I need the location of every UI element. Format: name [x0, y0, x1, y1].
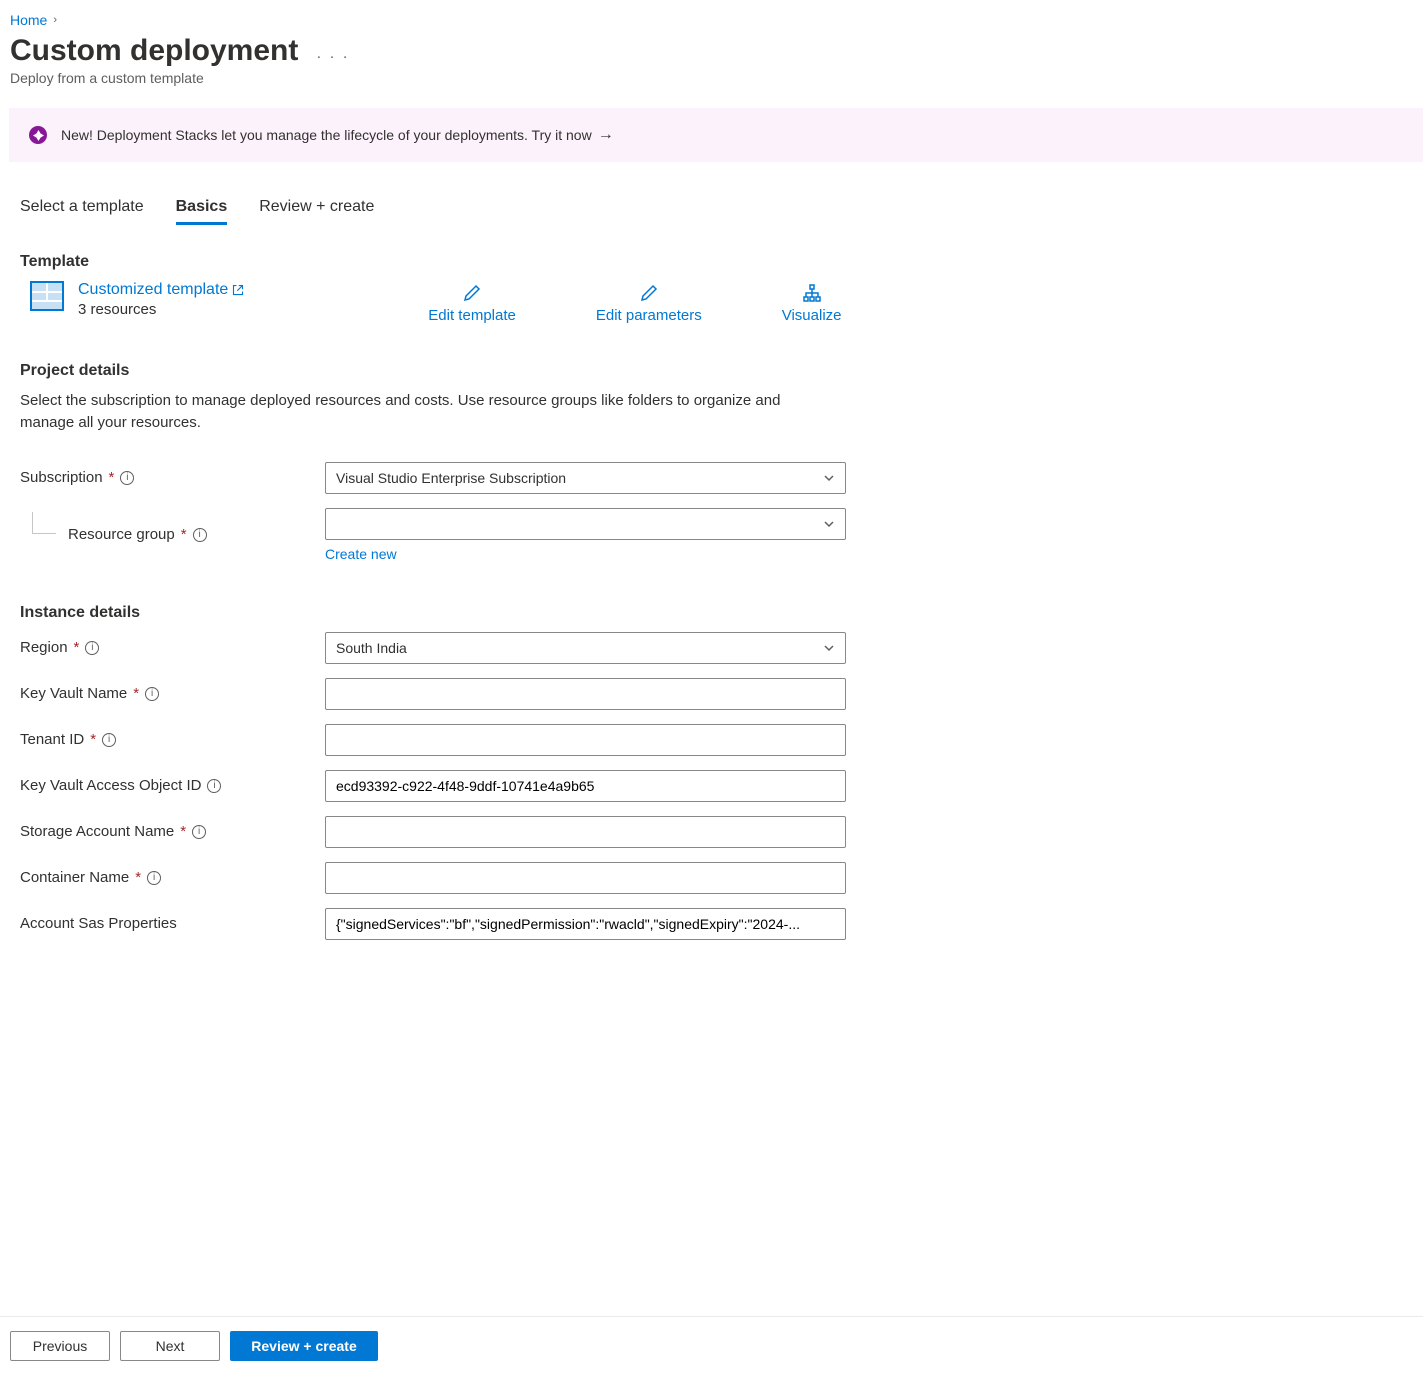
subscription-value: Visual Studio Enterprise Subscription: [336, 470, 566, 486]
info-icon[interactable]: i: [145, 687, 159, 701]
page-subtitle: Deploy from a custom template: [10, 70, 1413, 86]
rocket-icon: [29, 126, 47, 144]
banner-text: New! Deployment Stacks let you manage th…: [61, 127, 592, 143]
info-icon[interactable]: i: [192, 825, 206, 839]
template-icon: [30, 281, 64, 311]
subscription-label: Subscription: [20, 469, 103, 486]
info-banner: New! Deployment Stacks let you manage th…: [9, 108, 1423, 162]
region-value: South India: [336, 640, 407, 656]
project-details-description: Select the subscription to manage deploy…: [10, 390, 810, 434]
storage-account-name-input[interactable]: [325, 816, 846, 848]
tenant-id-label: Tenant ID: [20, 731, 84, 748]
template-resources-count: 3 resources: [78, 301, 244, 318]
required-indicator: *: [135, 869, 141, 886]
tenant-id-input[interactable]: [325, 724, 846, 756]
tab-review-create[interactable]: Review + create: [259, 198, 374, 225]
edit-template-label: Edit template: [428, 307, 516, 324]
edit-parameters-label: Edit parameters: [596, 307, 702, 324]
tab-select-template[interactable]: Select a template: [20, 198, 144, 225]
breadcrumb: Home ›: [10, 12, 1413, 28]
chevron-right-icon: ›: [53, 14, 57, 26]
instance-details-title: Instance details: [10, 604, 1413, 622]
key-vault-name-label: Key Vault Name: [20, 685, 127, 702]
visualize-button[interactable]: Visualize: [782, 283, 842, 324]
previous-button[interactable]: Previous: [10, 1331, 110, 1361]
indent-marker: [32, 512, 56, 534]
template-section-title: Template: [10, 253, 1413, 271]
required-indicator: *: [133, 685, 139, 702]
pencil-icon: [639, 283, 659, 303]
customized-template-link[interactable]: Customized template: [78, 281, 244, 299]
info-icon[interactable]: i: [120, 471, 134, 485]
required-indicator: *: [109, 469, 115, 486]
project-details-title: Project details: [10, 362, 1413, 380]
tabs: Select a template Basics Review + create: [10, 198, 1413, 225]
review-create-button[interactable]: Review + create: [230, 1331, 378, 1361]
sitemap-icon: [802, 283, 822, 303]
info-icon[interactable]: i: [193, 528, 207, 542]
tab-basics[interactable]: Basics: [176, 198, 228, 225]
account-sas-label: Account Sas Properties: [20, 915, 177, 932]
info-icon[interactable]: i: [147, 871, 161, 885]
required-indicator: *: [90, 731, 96, 748]
chevron-down-icon: [823, 472, 835, 484]
more-actions-button[interactable]: · · ·: [316, 48, 349, 65]
pencil-icon: [462, 283, 482, 303]
container-name-input[interactable]: [325, 862, 846, 894]
kv-access-object-id-input[interactable]: [325, 770, 846, 802]
arrow-right-icon: →: [598, 126, 614, 144]
open-new-icon: [232, 284, 244, 296]
required-indicator: *: [180, 823, 186, 840]
subscription-select[interactable]: Visual Studio Enterprise Subscription: [325, 462, 846, 494]
resource-group-label: Resource group: [68, 526, 175, 543]
storage-account-name-label: Storage Account Name: [20, 823, 174, 840]
resource-group-select[interactable]: [325, 508, 846, 540]
required-indicator: *: [74, 639, 80, 656]
footer: Previous Next Review + create: [0, 1316, 1423, 1375]
account-sas-input[interactable]: [325, 908, 846, 940]
region-label: Region: [20, 639, 68, 656]
customized-template-text: Customized template: [78, 281, 228, 299]
container-name-label: Container Name: [20, 869, 129, 886]
edit-parameters-button[interactable]: Edit parameters: [596, 283, 702, 324]
breadcrumb-home[interactable]: Home: [10, 12, 47, 28]
region-select[interactable]: South India: [325, 632, 846, 664]
info-icon[interactable]: i: [85, 641, 99, 655]
required-indicator: *: [181, 526, 187, 543]
next-button[interactable]: Next: [120, 1331, 220, 1361]
chevron-down-icon: [823, 642, 835, 654]
kv-access-object-id-label: Key Vault Access Object ID: [20, 777, 201, 794]
edit-template-button[interactable]: Edit template: [428, 283, 516, 324]
banner-try-link[interactable]: New! Deployment Stacks let you manage th…: [61, 126, 614, 144]
visualize-label: Visualize: [782, 307, 842, 324]
create-new-link[interactable]: Create new: [325, 546, 397, 562]
chevron-down-icon: [823, 518, 835, 530]
info-icon[interactable]: i: [102, 733, 116, 747]
info-icon[interactable]: i: [207, 779, 221, 793]
key-vault-name-input[interactable]: [325, 678, 846, 710]
page-title: Custom deployment: [10, 34, 298, 68]
